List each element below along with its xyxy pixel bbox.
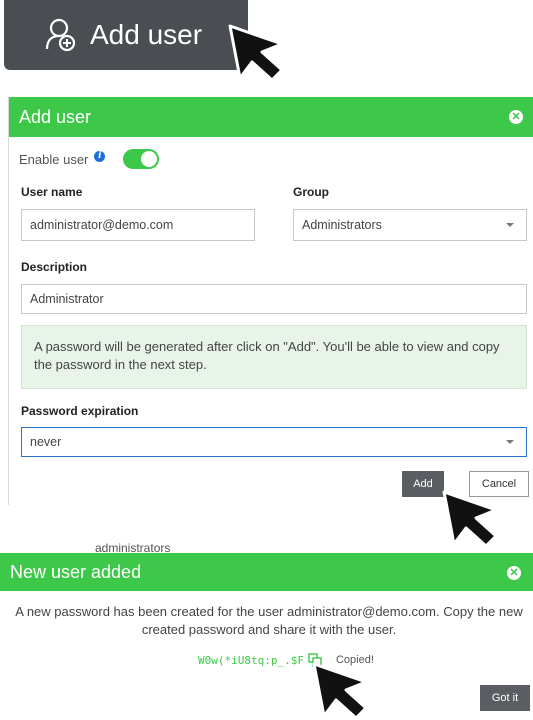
got-it-button[interactable]: Got it (480, 685, 530, 711)
dialog-title: New user added (10, 561, 142, 582)
enable-user-label: Enable user (19, 151, 89, 167)
add-user-icon (45, 18, 76, 52)
add-user-dialog: Add user ✕ Enable user i User name admin… (8, 97, 533, 505)
close-icon[interactable]: ✕ (507, 566, 521, 580)
dialog-title: Add user (19, 106, 92, 127)
add-user-button-label: Add user (90, 19, 203, 50)
close-icon[interactable]: ✕ (509, 110, 523, 124)
add-button[interactable]: Add (402, 471, 444, 497)
chevron-down-icon (506, 440, 514, 444)
background-partial-text: administrators (95, 541, 171, 553)
password-expiration-select[interactable]: never (21, 427, 527, 457)
enable-user-toggle[interactable] (123, 149, 160, 169)
add-user-button[interactable]: Add user (4, 0, 248, 70)
description-label: Description (21, 260, 88, 274)
dialog-header: New user added ✕ (0, 553, 533, 591)
new-user-added-dialog: New user added ✕ A new password has been… (0, 553, 533, 720)
generated-password: W0w(*iU8tq:p_.$F (198, 653, 304, 667)
password-expiration-value: never (30, 435, 62, 449)
mouse-cursor-icon (228, 24, 284, 82)
mouse-cursor-icon (312, 662, 368, 720)
username-label: User name (21, 185, 83, 199)
new-password-message: A new password has been created for the … (15, 604, 523, 637)
group-select-value: Administrators (302, 218, 382, 232)
group-select[interactable]: Administrators (293, 209, 527, 241)
group-label: Group (293, 185, 329, 199)
password-expiration-label: Password expiration (21, 404, 139, 418)
username-field[interactable]: administrator@demo.com (21, 209, 255, 241)
info-icon[interactable]: i (94, 150, 106, 162)
mouse-cursor-icon (442, 490, 498, 548)
dialog-header: Add user ✕ (9, 97, 533, 137)
password-notice: A password will be generated after click… (21, 325, 527, 389)
description-field[interactable]: Administrator (21, 284, 527, 314)
chevron-down-icon (506, 223, 514, 227)
